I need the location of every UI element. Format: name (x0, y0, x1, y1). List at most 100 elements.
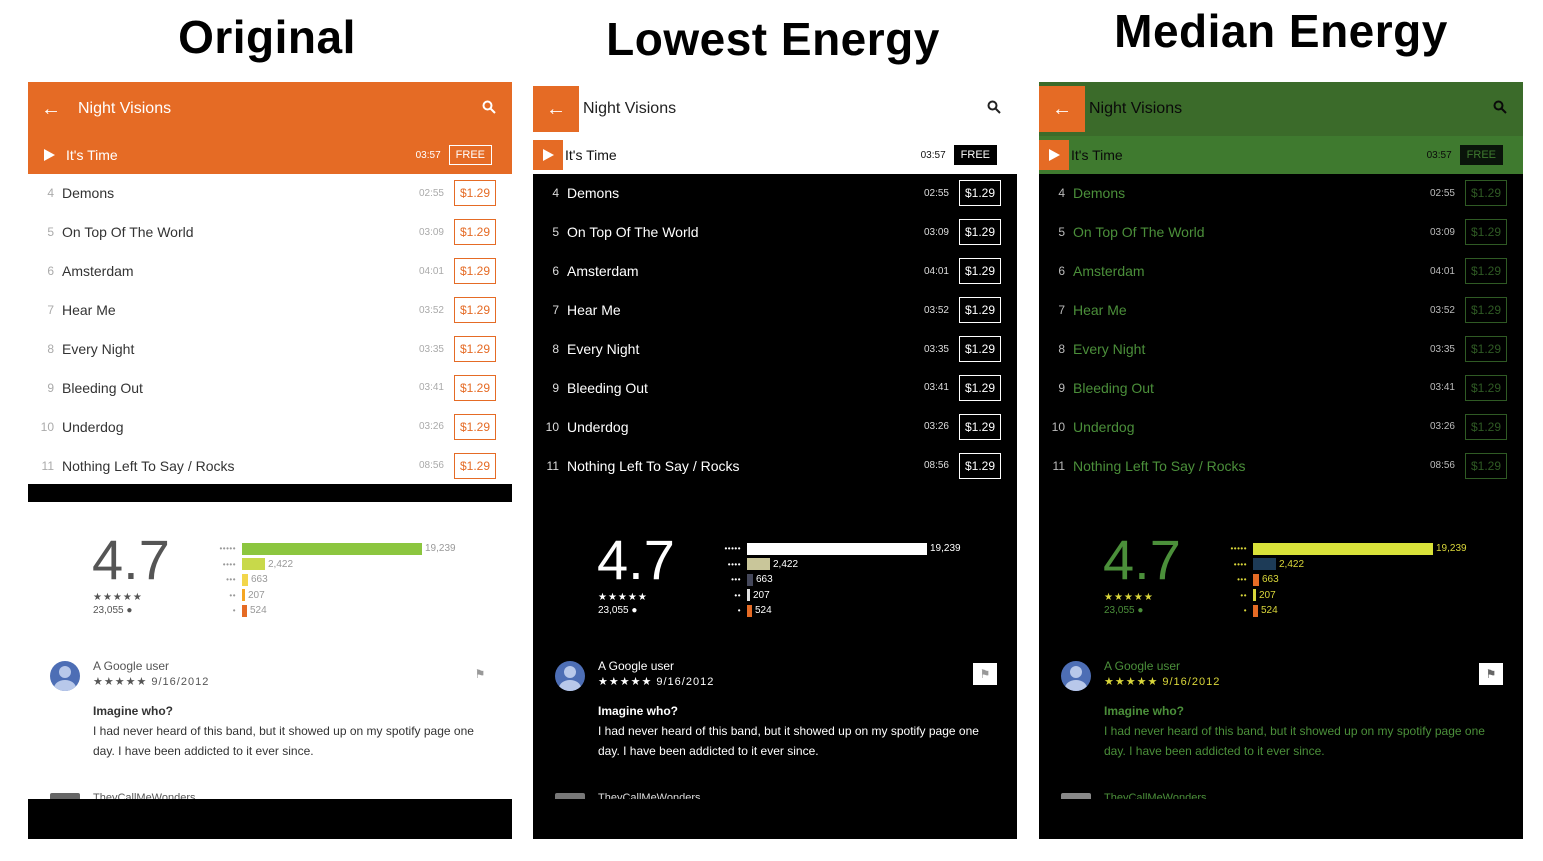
now-playing-row[interactable]: It's Time 03:57 FREE (1039, 136, 1523, 174)
track-duration: 03:26 (418, 421, 444, 433)
histogram-stars: ••• (731, 575, 741, 585)
now-playing-duration: 03:57 (1426, 149, 1452, 161)
track-list: 4 Demons 02:55 $1.29 5 On Top Of The World 03:… (1039, 174, 1523, 485)
histogram-count: 2,422 (773, 558, 799, 570)
track-duration: 03:41 (418, 382, 444, 394)
histogram-row: •••• 2,422 (705, 557, 961, 573)
price-button[interactable]: $1.29 (454, 258, 496, 285)
track-duration: 03:09 (1429, 226, 1455, 238)
flag-button[interactable]: ⚑ (1479, 663, 1503, 685)
back-button[interactable]: ← (1039, 86, 1085, 132)
price-button[interactable]: $1.29 (959, 219, 1001, 246)
flag-button[interactable]: ⚑ (973, 663, 997, 685)
histogram-count: 207 (248, 589, 265, 601)
track-duration: 02:55 (418, 187, 444, 199)
price-button[interactable]: $1.29 (1465, 297, 1507, 324)
track-row[interactable]: 5 On Top Of The World 03:09 $1.29 (533, 213, 1017, 252)
price-button[interactable]: $1.29 (1465, 336, 1507, 362)
back-button[interactable]: ← (28, 86, 74, 132)
play-button[interactable] (533, 140, 563, 170)
play-button[interactable] (1039, 140, 1069, 170)
review-user: A Google user (93, 659, 170, 673)
play-button[interactable] (34, 140, 64, 170)
price-button[interactable]: $1.29 (454, 180, 496, 207)
price-button[interactable]: $1.29 (1465, 374, 1507, 401)
track-row[interactable]: 4 Demons 02:55 $1.29 (1039, 174, 1523, 213)
histogram-row: ••••• 19,239 (1211, 541, 1467, 557)
price-button[interactable]: $1.29 (959, 258, 1001, 285)
price-button[interactable]: $1.29 (454, 297, 496, 324)
rating-score: 4.7 (92, 528, 170, 591)
track-row[interactable]: 6 Amsterdam 04:01 $1.29 (1039, 252, 1523, 291)
track-row[interactable]: 5 On Top Of The World 03:09 $1.29 (1039, 213, 1523, 252)
track-row[interactable]: 11 Nothing Left To Say / Rocks 08:56 $1.29 (533, 446, 1017, 485)
price-button[interactable]: $1.29 (1465, 258, 1507, 285)
back-button[interactable]: ← (533, 86, 579, 132)
track-row[interactable]: 6 Amsterdam 04:01 $1.29 (533, 252, 1017, 291)
price-button[interactable]: $1.29 (959, 413, 1001, 440)
price-button[interactable]: $1.29 (959, 374, 1001, 401)
price-button[interactable]: $1.29 (1465, 180, 1507, 207)
price-button[interactable]: $1.29 (454, 219, 496, 246)
track-row[interactable]: 11 Nothing Left To Say / Rocks 08:56 $1.29 (28, 446, 512, 485)
price-button[interactable]: $1.29 (454, 452, 496, 479)
free-button[interactable]: FREE (1459, 145, 1503, 165)
histogram-row: ••••• 19,239 (705, 541, 961, 557)
flag-button[interactable]: ⚑ (468, 663, 492, 685)
price-button[interactable]: $1.29 (454, 374, 496, 401)
track-name: Nothing Left To Say / Rocks (62, 457, 235, 474)
search-button[interactable] (474, 100, 504, 119)
track-row[interactable]: 10 Underdog 03:26 $1.29 (533, 407, 1017, 446)
histogram-bar (1253, 604, 1258, 617)
screenshot-median-energy: ← Night Visions It's Time 03:57 FREE 4 De… (1039, 82, 1523, 839)
track-row[interactable]: 7 Hear Me 03:52 $1.29 (533, 291, 1017, 330)
track-row[interactable]: 7 Hear Me 03:52 $1.29 (28, 291, 512, 330)
track-row[interactable]: 9 Bleeding Out 03:41 $1.29 (533, 368, 1017, 407)
review-title: Imagine who? (93, 704, 174, 718)
track-row[interactable]: 7 Hear Me 03:52 $1.29 (1039, 291, 1523, 330)
track-name: Nothing Left To Say / Rocks (567, 457, 740, 474)
track-duration: 03:26 (1429, 421, 1455, 433)
now-playing-row[interactable]: It's Time 03:57 FREE (533, 136, 1017, 174)
track-row[interactable]: 10 Underdog 03:26 $1.29 (28, 407, 512, 446)
track-duration: 03:35 (923, 343, 949, 355)
price-button[interactable]: $1.29 (1465, 452, 1507, 479)
track-row[interactable]: 9 Bleeding Out 03:41 $1.29 (28, 368, 512, 407)
histogram-bar (747, 542, 927, 555)
track-row[interactable]: 11 Nothing Left To Say / Rocks 08:56 $1.29 (1039, 446, 1523, 485)
search-button[interactable] (979, 100, 1009, 119)
price-button[interactable]: $1.29 (1465, 413, 1507, 440)
price-button[interactable]: $1.29 (959, 336, 1001, 362)
price-button[interactable]: $1.29 (959, 180, 1001, 207)
review-body: I had never heard of this band, but it s… (1104, 724, 1485, 758)
price-button[interactable]: $1.29 (959, 297, 1001, 324)
free-button[interactable]: FREE (953, 145, 997, 165)
free-button[interactable]: FREE (448, 145, 492, 165)
track-row[interactable]: 9 Bleeding Out 03:41 $1.29 (1039, 368, 1523, 407)
histogram-stars: ••• (226, 575, 236, 585)
review-stars: ★★★★★ 9/16/2012 (598, 676, 715, 688)
track-number: 10 (1051, 419, 1065, 434)
price-button[interactable]: $1.29 (959, 452, 1001, 479)
price-button[interactable]: $1.29 (1465, 219, 1507, 246)
track-row[interactable]: 8 Every Night 03:35 $1.29 (28, 330, 512, 369)
track-row[interactable]: 4 Demons 02:55 $1.29 (533, 174, 1017, 213)
track-row[interactable]: 10 Underdog 03:26 $1.29 (1039, 407, 1523, 446)
histogram-count: 2,422 (1279, 558, 1305, 570)
track-row[interactable]: 5 On Top Of The World 03:09 $1.29 (28, 213, 512, 252)
track-row[interactable]: 8 Every Night 03:35 $1.29 (1039, 330, 1523, 369)
histogram-stars: ••••• (219, 544, 236, 554)
track-name: On Top Of The World (1073, 224, 1205, 241)
track-row[interactable]: 8 Every Night 03:35 $1.29 (533, 330, 1017, 369)
price-button[interactable]: $1.29 (454, 336, 496, 362)
track-row[interactable]: 4 Demons 02:55 $1.29 (28, 174, 512, 213)
now-playing-row[interactable]: It's Time 03:57 FREE (28, 136, 512, 174)
track-number: 4 (552, 186, 559, 201)
histogram-count: 524 (755, 605, 772, 617)
price-button[interactable]: $1.29 (454, 413, 496, 440)
search-button[interactable] (1485, 100, 1515, 119)
histogram-count: 19,239 (930, 543, 961, 555)
track-number: 7 (1058, 303, 1065, 318)
histogram-stars: ••••• (724, 544, 741, 554)
track-row[interactable]: 6 Amsterdam 04:01 $1.29 (28, 252, 512, 291)
